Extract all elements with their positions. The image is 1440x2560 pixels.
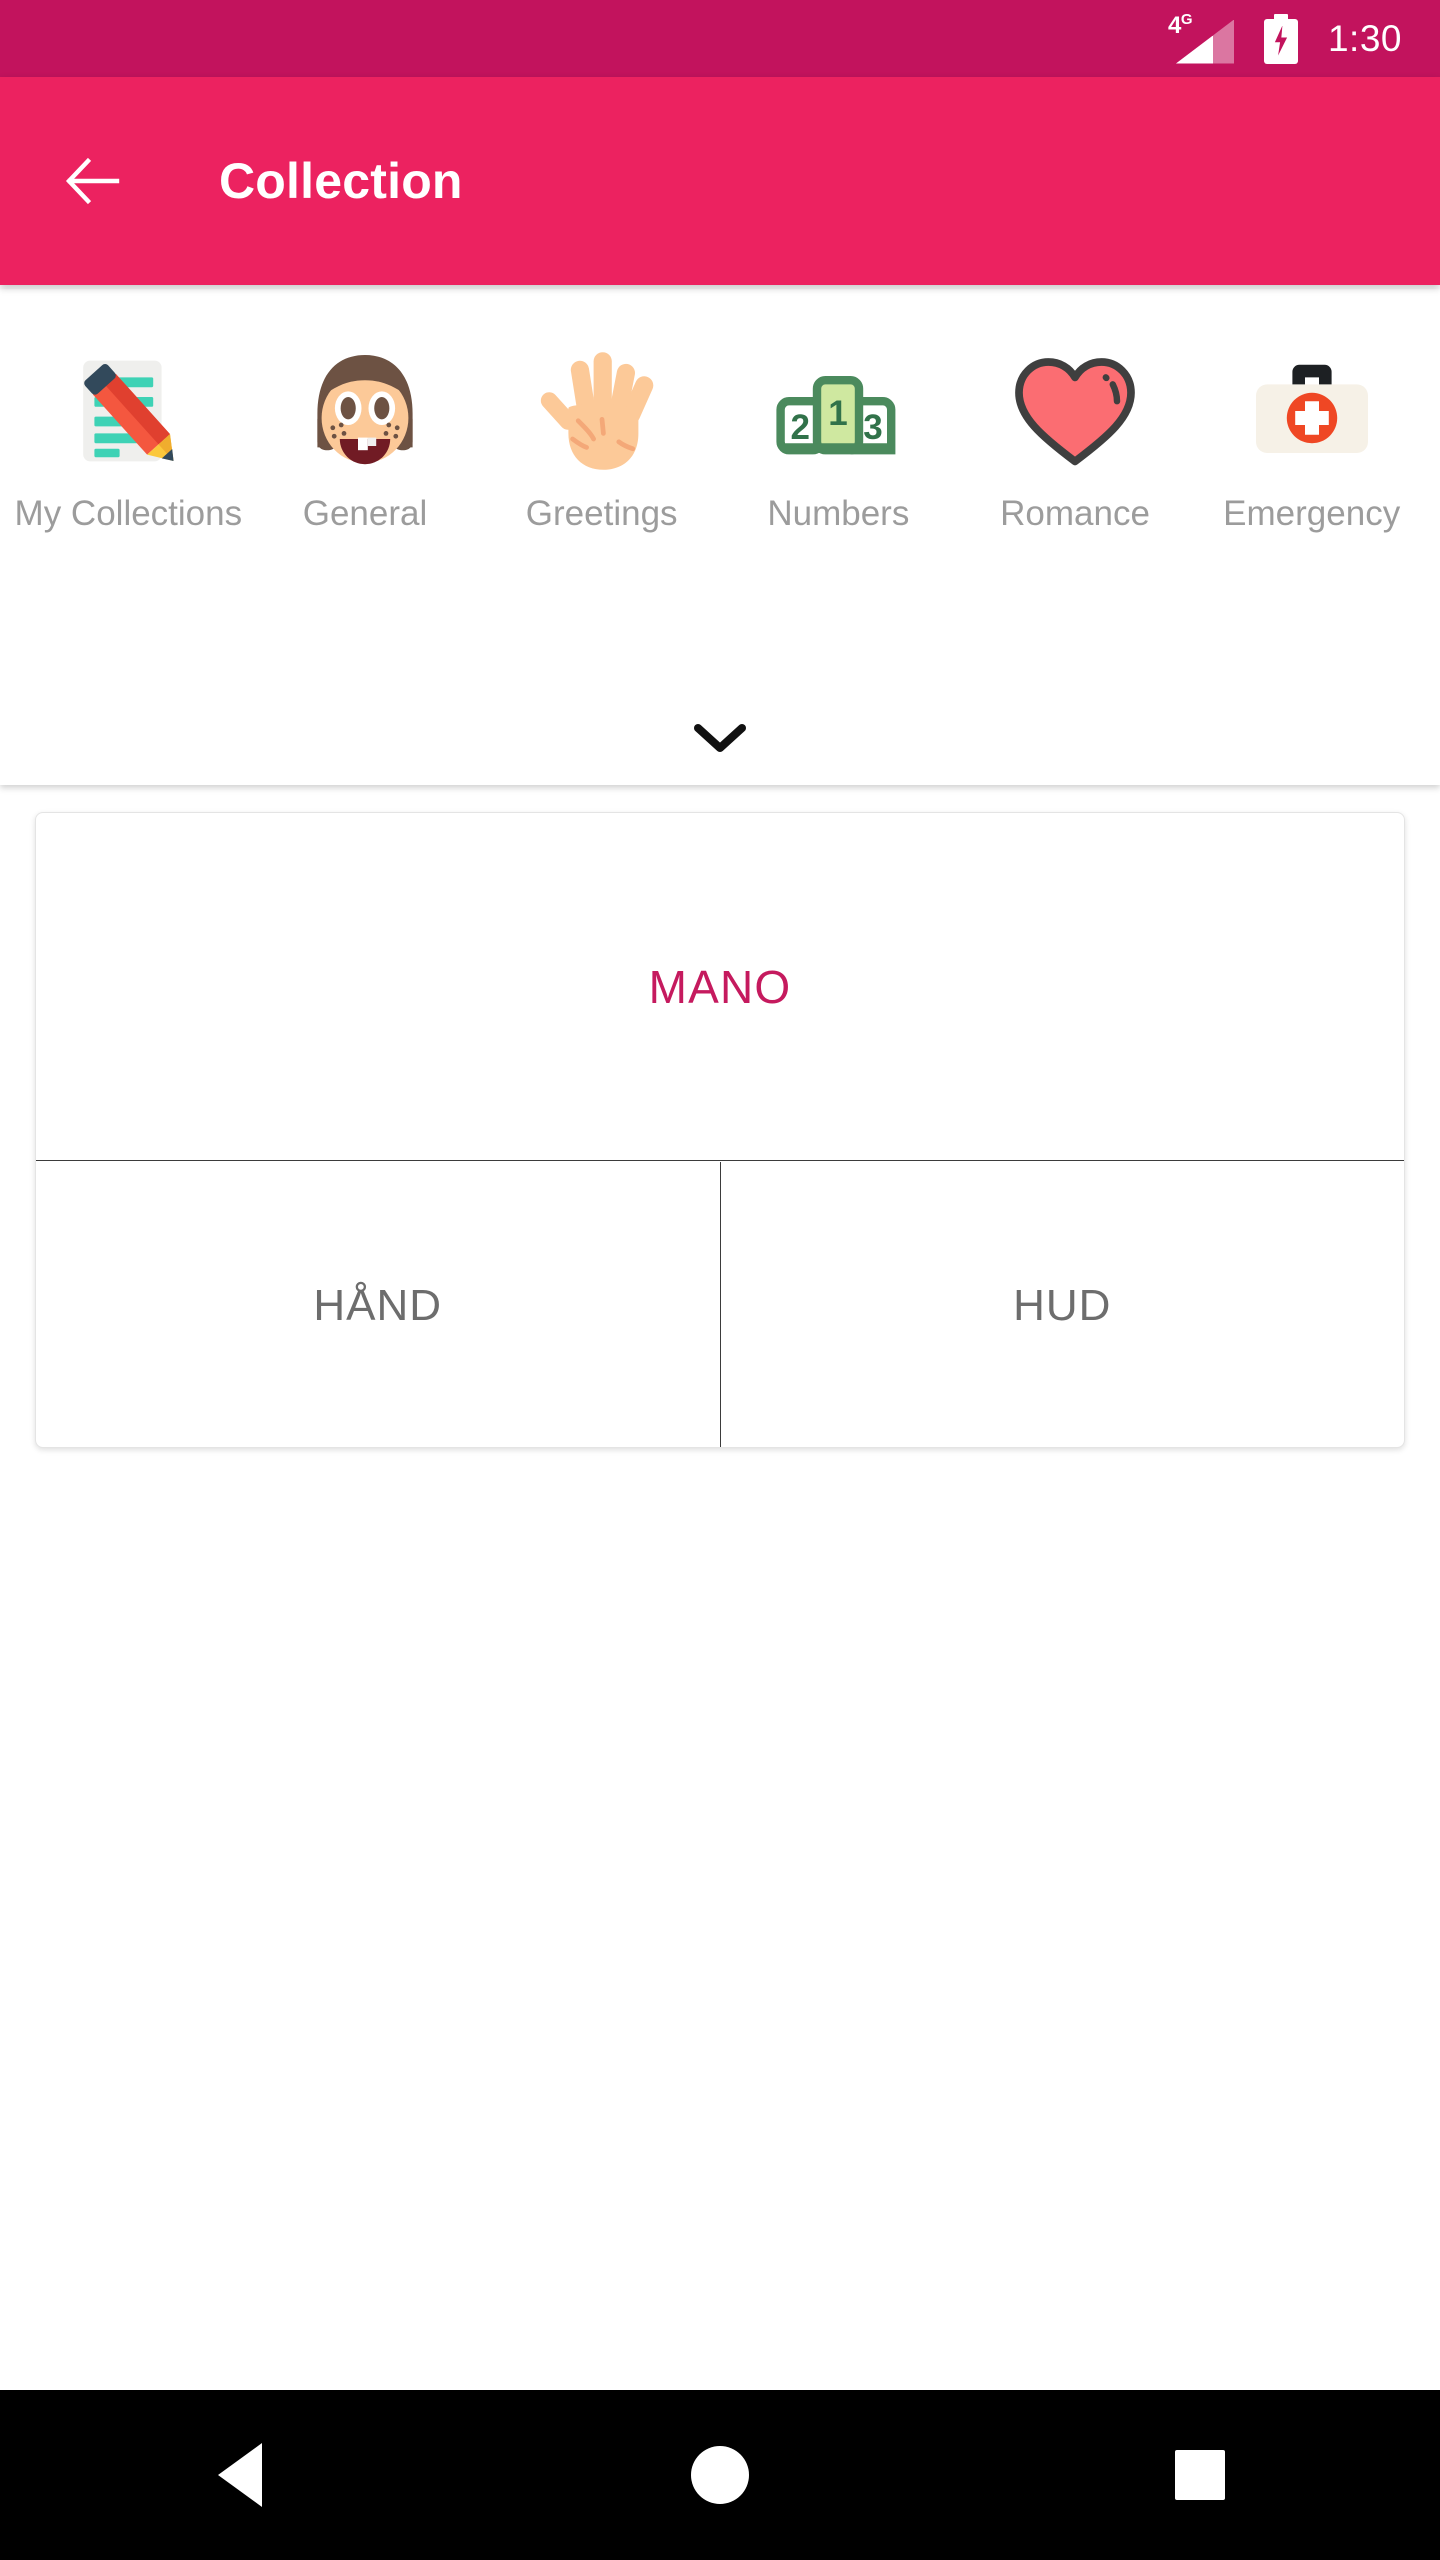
translation-text: HÅND bbox=[313, 1280, 443, 1330]
first-aid-kit-icon bbox=[1255, 364, 1368, 453]
nav-home-button[interactable] bbox=[645, 2420, 795, 2530]
headword-text: MANO bbox=[648, 960, 792, 1013]
app-bar: Collection bbox=[0, 77, 1440, 285]
nav-recents-square-icon bbox=[1175, 2450, 1225, 2500]
category-item-numbers[interactable]: 2 1 3 Numbers bbox=[720, 289, 957, 536]
translation-card[interactable]: MANO HÅND HUD bbox=[35, 812, 1405, 1448]
category-label: Numbers bbox=[767, 494, 910, 533]
android-navigation-bar bbox=[0, 2390, 1440, 2560]
heart-icon bbox=[1015, 358, 1135, 466]
svg-text:3: 3 bbox=[864, 408, 883, 447]
category-item-greetings[interactable]: Greetings bbox=[483, 289, 720, 536]
nav-home-circle-icon bbox=[691, 2446, 749, 2504]
category-label: My Collections bbox=[14, 494, 243, 533]
translation-text: HUD bbox=[1013, 1280, 1112, 1330]
category-label: Greetings bbox=[525, 494, 678, 533]
category-label: Emergency bbox=[1223, 494, 1401, 533]
battery-charging-icon bbox=[1263, 13, 1298, 64]
nav-back-button[interactable] bbox=[165, 2420, 315, 2530]
nav-back-triangle-icon bbox=[218, 2443, 262, 2507]
arrow-left-icon bbox=[65, 157, 120, 205]
girl-face-icon bbox=[317, 355, 413, 465]
status-bar-clock: 1:30 bbox=[1327, 18, 1402, 59]
svg-text:1: 1 bbox=[829, 394, 848, 433]
raised-hand-icon bbox=[540, 352, 653, 470]
category-panel: My Collections General Greetings 2 1 3 N… bbox=[0, 289, 1440, 785]
back-button[interactable] bbox=[62, 149, 126, 213]
headword-cell[interactable]: MANO bbox=[36, 813, 1404, 1161]
category-item-romance[interactable]: Romance bbox=[957, 289, 1194, 536]
category-row: My Collections General Greetings 2 1 3 N… bbox=[0, 289, 1440, 689]
status-bar-icons: 4G 1:30 bbox=[1166, 10, 1402, 65]
phone-screen: 4G 1:30 Collection My Collections Genera… bbox=[0, 0, 1440, 2560]
category-item-emergency[interactable]: Emergency bbox=[1193, 289, 1430, 536]
signal-bars-icon: 4G bbox=[1166, 10, 1238, 65]
nav-recents-button[interactable] bbox=[1125, 2420, 1275, 2530]
network-type-label: 4G bbox=[1167, 10, 1193, 39]
expand-categories-button[interactable] bbox=[0, 689, 1440, 785]
category-item-my-collections[interactable]: My Collections bbox=[10, 289, 247, 536]
svg-text:2: 2 bbox=[791, 408, 810, 447]
category-label: Romance bbox=[1000, 494, 1150, 533]
memo-note-pencil-icon bbox=[83, 360, 174, 462]
translations-row: HÅND HUD bbox=[36, 1162, 1405, 1447]
translation-cell-0[interactable]: HÅND bbox=[36, 1162, 721, 1447]
page-title: Collection bbox=[219, 153, 463, 209]
category-label: General bbox=[302, 494, 428, 533]
category-item-general[interactable]: General bbox=[247, 289, 484, 536]
podium-123-icon: 2 1 3 bbox=[776, 376, 896, 455]
chevron-down-icon bbox=[694, 724, 746, 752]
status-bar: 4G 1:30 bbox=[0, 0, 1440, 77]
translation-cell-1[interactable]: HUD bbox=[721, 1162, 1405, 1447]
